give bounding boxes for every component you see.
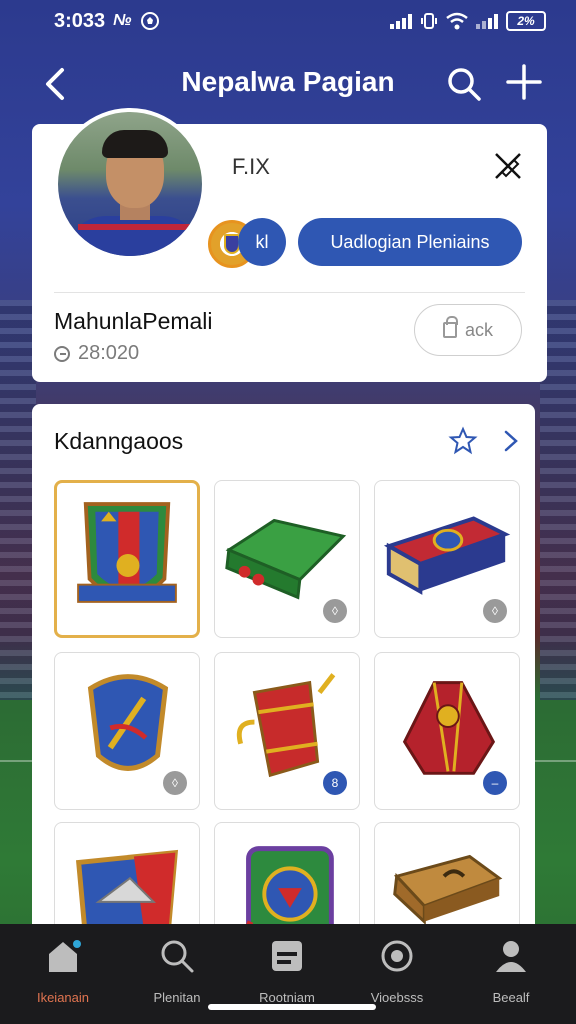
stadium-stand-left: [0, 300, 36, 700]
star-icon[interactable]: [448, 426, 478, 456]
badge-pennant-icon: [75, 849, 179, 924]
card-icon: [272, 941, 302, 971]
profile-card: F.IX kl Uadlogian Pleniains MahunlaPemal…: [32, 108, 547, 382]
nav-item-home[interactable]: Ikeianain: [8, 934, 118, 1014]
profile-meta-value: 28:020: [78, 342, 140, 364]
item-badge: ◊: [323, 599, 347, 623]
home-indicator[interactable]: [208, 1004, 376, 1010]
home-icon: [49, 940, 81, 972]
item-badge: –: [483, 771, 507, 795]
signal-icon: [390, 13, 412, 29]
green-emblem-icon: [246, 846, 334, 924]
collection-title: Kdanngaoos: [54, 428, 184, 454]
avatar-hair: [102, 130, 168, 158]
chevron-right-icon[interactable]: [500, 426, 522, 456]
app-bar: Nepalwa Pagian: [0, 50, 576, 118]
page-title: Nepalwa Pagian: [181, 66, 395, 97]
wifi-icon: [446, 12, 468, 30]
ask-button-label: ack: [464, 319, 493, 340]
brown-scroll-icon: [393, 854, 503, 924]
status-time: 3:033: [54, 9, 106, 32]
search-icon[interactable]: [446, 66, 482, 102]
avatar-shirt: [66, 216, 202, 256]
profile-divider: [54, 292, 525, 293]
lock-icon: [442, 316, 458, 338]
collection-item-red-cape[interactable]: –: [374, 652, 520, 810]
secondary-action-button[interactable]: kl: [238, 218, 286, 266]
nav-label-ball: Vioebsss: [370, 990, 424, 1005]
profile-meta: 28:020: [54, 342, 139, 365]
collection-item-red-book[interactable]: ◊: [374, 480, 520, 638]
collection-item-green-wallet[interactable]: ◊: [214, 480, 360, 638]
shield-crest-icon: [77, 502, 177, 603]
plus-icon[interactable]: [504, 62, 544, 102]
clock-icon: [54, 345, 70, 362]
collection-item-blue-shield[interactable]: ◊: [54, 652, 200, 810]
signal-icon-2: [476, 13, 498, 29]
soccer-ball-icon: [140, 12, 159, 30]
status-app-glyph: №: [113, 12, 132, 29]
search-icon: [161, 940, 194, 973]
collection-item-badge-pennant[interactable]: [54, 822, 200, 924]
ask-button[interactable]: ack: [414, 304, 522, 356]
nav-label-profile: Beealf: [492, 990, 530, 1005]
item-badge: ◊: [163, 771, 187, 795]
collection-card: Kdanngaoos ◊ ◊ ◊ 8 –: [32, 404, 535, 924]
collection-item-green-emblem[interactable]: [214, 822, 360, 924]
nav-item-profile[interactable]: Beealf: [456, 934, 566, 1014]
profile-tag: F.IX: [232, 154, 270, 179]
nav-item-cards[interactable]: Rootniam: [232, 934, 342, 1014]
collection-item-red-horn[interactable]: 8: [214, 652, 360, 810]
battery-icon: 2%: [506, 11, 546, 31]
nav-label-cards: Rootniam: [259, 990, 315, 1005]
collection-item-shield-crest[interactable]: [54, 480, 200, 638]
vibrate-icon: [421, 13, 437, 29]
nav-item-ball[interactable]: Vioebsss: [342, 934, 452, 1014]
edit-icon[interactable]: [492, 150, 524, 182]
nav-item-search[interactable]: Plenitan: [122, 934, 232, 1014]
item-badge: 8: [323, 771, 347, 795]
item-badge: ◊: [483, 599, 507, 623]
primary-action-button[interactable]: Uadlogian Pleniains: [298, 218, 522, 266]
collection-item-brown-scroll[interactable]: [374, 822, 520, 924]
nav-label-home: Ikeianain: [36, 990, 90, 1005]
ball-icon: [381, 940, 413, 972]
nav-label-search: Plenitan: [153, 990, 201, 1005]
person-icon: [496, 941, 526, 972]
profile-name: MahunlaPemali: [54, 308, 213, 334]
status-bar: 3:033 № 2%: [0, 0, 576, 42]
avatar[interactable]: [54, 108, 206, 260]
